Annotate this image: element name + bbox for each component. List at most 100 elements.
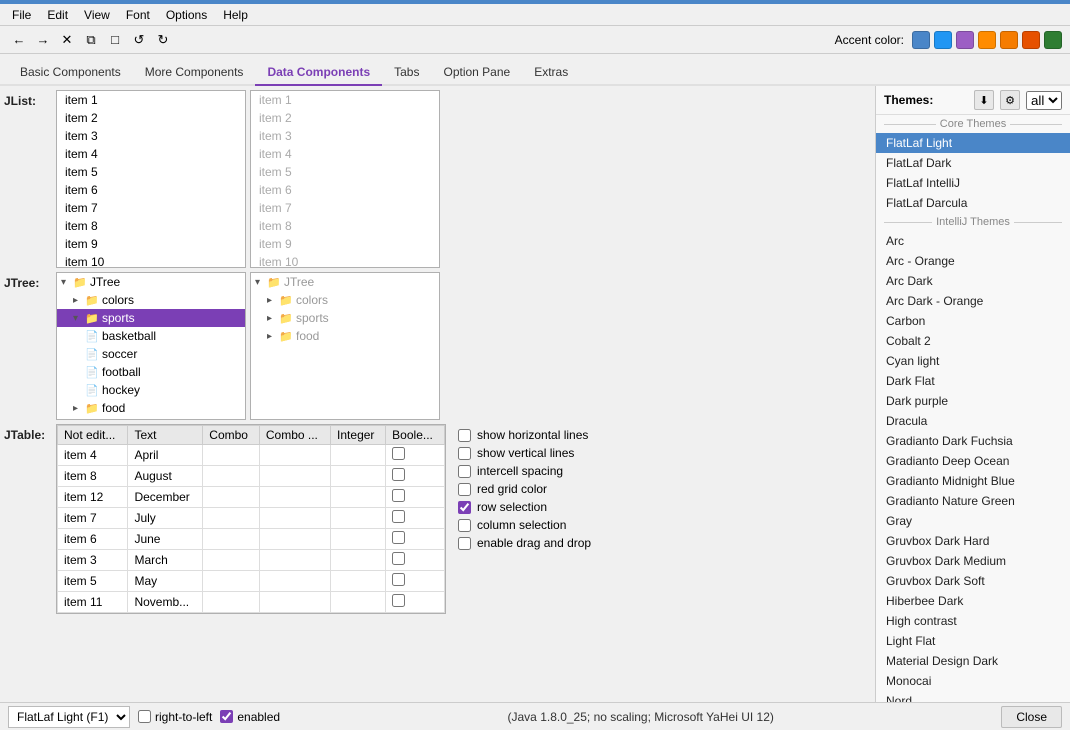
theme-item-ij-12[interactable]: Gradianto Midnight Blue: [876, 471, 1070, 491]
jlist1-item-2[interactable]: item 3: [57, 127, 245, 145]
theme-item-ij-19[interactable]: High contrast: [876, 611, 1070, 631]
tree-sports1[interactable]: ▾ 📁sports: [57, 309, 245, 327]
theme-item-ij-14[interactable]: Gray: [876, 511, 1070, 531]
redo-button[interactable]: ↻: [152, 29, 174, 51]
jlist1-item-8[interactable]: item 9: [57, 235, 245, 253]
jlist2-item-0[interactable]: item 1: [251, 91, 439, 109]
table-row[interactable]: item 5May: [58, 571, 445, 592]
theme-item-ij-9[interactable]: Dracula: [876, 411, 1070, 431]
accent-purple[interactable]: [956, 31, 974, 49]
theme-item-ij-16[interactable]: Gruvbox Dark Medium: [876, 551, 1070, 571]
table-checkbox-2[interactable]: [392, 489, 405, 502]
jlist1-item-6[interactable]: item 7: [57, 199, 245, 217]
option-checkbox-0[interactable]: [458, 429, 471, 442]
theme-item-core-3[interactable]: FlatLaf Darcula: [876, 193, 1070, 213]
table-row[interactable]: item 12December: [58, 487, 445, 508]
copy-button[interactable]: ⧉: [80, 29, 102, 51]
tree-basketball[interactable]: 📄basketball: [57, 327, 245, 345]
theme-item-ij-13[interactable]: Gradianto Nature Green: [876, 491, 1070, 511]
jlist2-item-2[interactable]: item 3: [251, 127, 439, 145]
minimize-button[interactable]: □: [104, 29, 126, 51]
menu-view[interactable]: View: [76, 6, 118, 24]
table-checkbox-0[interactable]: [392, 447, 405, 460]
jtree-box2[interactable]: ▾ 📁JTree ▸ 📁colors ▸ 📁sports: [250, 272, 440, 420]
tree-food2[interactable]: ▸ 📁food: [251, 327, 439, 345]
theme-item-core-1[interactable]: FlatLaf Dark: [876, 153, 1070, 173]
tree-football[interactable]: 📄football: [57, 363, 245, 381]
jlist1-item-3[interactable]: item 4: [57, 145, 245, 163]
jlist2-item-3[interactable]: item 4: [251, 145, 439, 163]
option-checkbox-3[interactable]: [458, 483, 471, 496]
theme-item-ij-10[interactable]: Gradianto Dark Fuchsia: [876, 431, 1070, 451]
tab-extras[interactable]: Extras: [522, 60, 580, 86]
theme-item-ij-17[interactable]: Gruvbox Dark Soft: [876, 571, 1070, 591]
jlist-box2[interactable]: item 1item 2item 3item 4item 5item 6item…: [250, 90, 440, 268]
accent-blue[interactable]: [912, 31, 930, 49]
tree-colors1[interactable]: ▸ 📁colors: [57, 291, 245, 309]
jlist1-item-5[interactable]: item 6: [57, 181, 245, 199]
jlist-box1[interactable]: item 1item 2item 3item 4item 5item 6item…: [56, 90, 246, 268]
menu-help[interactable]: Help: [215, 6, 256, 24]
table-checkbox-5[interactable]: [392, 552, 405, 565]
enabled-checkbox-label[interactable]: enabled: [220, 710, 280, 724]
accent-lightblue[interactable]: [934, 31, 952, 49]
jlist2-item-1[interactable]: item 2: [251, 109, 439, 127]
menu-file[interactable]: File: [4, 6, 39, 24]
jtable-box[interactable]: Not edit... Text Combo Combo ... Integer…: [56, 424, 446, 614]
theme-item-ij-6[interactable]: Cyan light: [876, 351, 1070, 371]
theme-item-ij-20[interactable]: Light Flat: [876, 631, 1070, 651]
rtl-checkbox[interactable]: [138, 710, 151, 723]
theme-item-ij-23[interactable]: Nord: [876, 691, 1070, 702]
option-checkbox-5[interactable]: [458, 519, 471, 532]
forward-button[interactable]: →: [32, 29, 54, 51]
theme-item-ij-5[interactable]: Cobalt 2: [876, 331, 1070, 351]
enabled-checkbox[interactable]: [220, 710, 233, 723]
tree-food1[interactable]: ▸ 📁food: [57, 399, 245, 417]
table-row[interactable]: item 11Novemb...: [58, 592, 445, 613]
table-checkbox-4[interactable]: [392, 531, 405, 544]
jlist1-item-7[interactable]: item 8: [57, 217, 245, 235]
jlist2-item-9[interactable]: item 10: [251, 253, 439, 268]
table-row[interactable]: item 8August: [58, 466, 445, 487]
tab-option-pane[interactable]: Option Pane: [431, 60, 522, 86]
themes-github-button[interactable]: ⚙: [1000, 90, 1020, 110]
theme-item-ij-3[interactable]: Arc Dark - Orange: [876, 291, 1070, 311]
tree-hockey[interactable]: 📄hockey: [57, 381, 245, 399]
jlist1-item-1[interactable]: item 2: [57, 109, 245, 127]
tree-root2[interactable]: ▾ 📁JTree: [251, 273, 439, 291]
theme-item-ij-18[interactable]: Hiberbee Dark: [876, 591, 1070, 611]
theme-item-ij-22[interactable]: Monocai: [876, 671, 1070, 691]
rtl-checkbox-label[interactable]: right-to-left: [138, 710, 212, 724]
table-row[interactable]: item 6June: [58, 529, 445, 550]
theme-item-core-2[interactable]: FlatLaf IntelliJ: [876, 173, 1070, 193]
theme-item-ij-0[interactable]: Arc: [876, 231, 1070, 251]
jtree-box1[interactable]: ▾ 📁JTree ▸ 📁colors ▾ 📁sports: [56, 272, 246, 420]
close-button[interactable]: Close: [1001, 706, 1062, 728]
menu-font[interactable]: Font: [118, 6, 158, 24]
accent-orange1[interactable]: [978, 31, 996, 49]
themes-download-button[interactable]: ⬇: [974, 90, 994, 110]
jlist2-item-6[interactable]: item 7: [251, 199, 439, 217]
menu-options[interactable]: Options: [158, 6, 215, 24]
theme-item-ij-2[interactable]: Arc Dark: [876, 271, 1070, 291]
tree-sports2[interactable]: ▸ 📁sports: [251, 309, 439, 327]
theme-item-core-0[interactable]: FlatLaf Light: [876, 133, 1070, 153]
table-checkbox-1[interactable]: [392, 468, 405, 481]
table-row[interactable]: item 4April: [58, 445, 445, 466]
tree-colors2[interactable]: ▸ 📁colors: [251, 291, 439, 309]
table-checkbox-3[interactable]: [392, 510, 405, 523]
theme-item-ij-8[interactable]: Dark purple: [876, 391, 1070, 411]
theme-item-ij-1[interactable]: Arc - Orange: [876, 251, 1070, 271]
accent-orange3[interactable]: [1022, 31, 1040, 49]
theme-item-ij-15[interactable]: Gruvbox Dark Hard: [876, 531, 1070, 551]
tab-data-components[interactable]: Data Components: [255, 60, 382, 86]
option-checkbox-6[interactable]: [458, 537, 471, 550]
undo-button[interactable]: ↺: [128, 29, 150, 51]
table-checkbox-7[interactable]: [392, 594, 405, 607]
close-window-button[interactable]: ✕: [56, 29, 78, 51]
jlist1-item-0[interactable]: item 1: [57, 91, 245, 109]
tab-tabs[interactable]: Tabs: [382, 60, 431, 86]
accent-green[interactable]: [1044, 31, 1062, 49]
theme-select[interactable]: FlatLaf Light (F1): [8, 706, 130, 728]
accent-orange2[interactable]: [1000, 31, 1018, 49]
